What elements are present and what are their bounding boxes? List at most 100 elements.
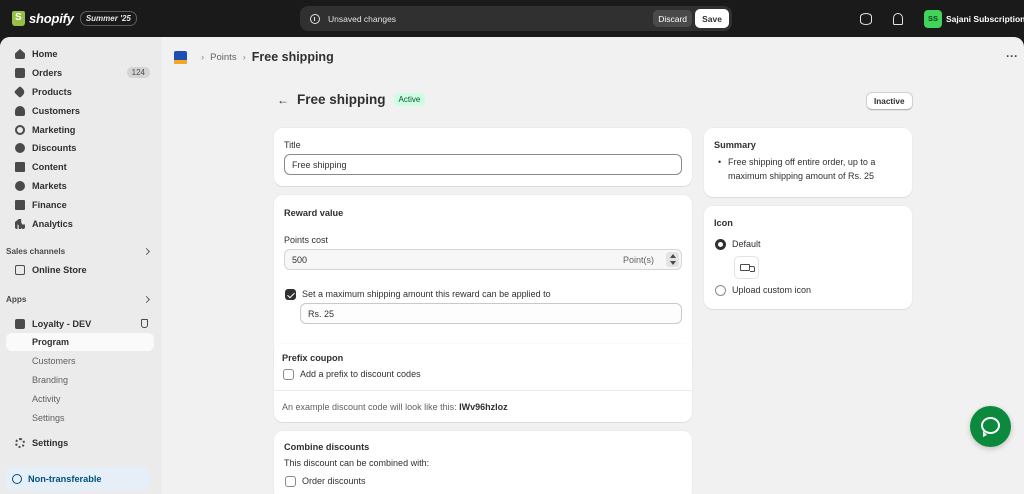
gear-icon bbox=[15, 438, 25, 448]
example-code: IWv96hzloz bbox=[459, 402, 508, 412]
sidebar-item-label: Products bbox=[32, 87, 72, 97]
sidebar-item-label: Content bbox=[32, 162, 67, 172]
info-icon bbox=[12, 474, 22, 484]
avatar[interactable]: SS bbox=[924, 9, 942, 28]
summary-line-2: maximum shipping amount of Rs. 25 bbox=[728, 170, 875, 181]
bank-icon bbox=[15, 200, 25, 210]
points-cost-label: Points cost bbox=[284, 235, 329, 245]
sidebar-item-discounts[interactable]: Discounts bbox=[6, 139, 154, 157]
sidebar-item-analytics[interactable]: Analytics bbox=[6, 215, 154, 233]
sidebar-subitem-program[interactable]: Program bbox=[6, 333, 154, 351]
info-icon bbox=[310, 13, 320, 24]
example-code-prefix: An example discount code will look like … bbox=[282, 402, 457, 412]
breadcrumb-separator: › bbox=[242, 51, 246, 63]
title-card: Title Free shipping bbox=[274, 128, 692, 186]
sidebar-item-online-store[interactable]: Online Store bbox=[6, 261, 154, 279]
app-icon bbox=[15, 319, 25, 329]
custom-icon-label[interactable]: Upload custom icon bbox=[732, 285, 811, 295]
store-name[interactable]: Sajani Subscription bbox=[946, 14, 1024, 24]
top-bar: shopify Summer '25 Unsaved changes Disca… bbox=[0, 0, 1024, 37]
sidebar-item-label: Online Store bbox=[32, 265, 87, 275]
edition-badge[interactable]: Summer '25 bbox=[79, 11, 137, 26]
points-suffix: Point(s) bbox=[622, 255, 654, 265]
sidebar-item-customers[interactable]: Customers bbox=[6, 102, 154, 120]
chevron-right-icon[interactable] bbox=[142, 247, 151, 256]
sidebar-item-markets[interactable]: Markets bbox=[6, 177, 154, 195]
truck-icon bbox=[740, 264, 755, 272]
custom-icon-radio[interactable] bbox=[715, 285, 726, 296]
sidebar-item-orders[interactable]: Orders 124 bbox=[6, 64, 154, 82]
sidebar-item-label: Settings bbox=[32, 438, 69, 448]
apps-label[interactable]: Apps bbox=[6, 295, 26, 304]
default-icon-preview bbox=[734, 256, 759, 279]
example-code-text: An example discount code will look like … bbox=[282, 402, 508, 412]
icon-card: Icon Default Upload custom icon bbox=[704, 206, 912, 309]
sidebar-item-settings[interactable]: Settings bbox=[6, 434, 154, 452]
sidebar-subitem-settings[interactable]: Settings bbox=[6, 409, 154, 427]
combine-discounts-card: Combine discounts This discount can be c… bbox=[274, 431, 692, 494]
globe-icon bbox=[15, 181, 25, 191]
chat-button[interactable] bbox=[970, 406, 1011, 447]
points-cost-input[interactable]: 500 Point(s) bbox=[284, 249, 682, 270]
summary-line-1: Free shipping off entire order, up to a bbox=[728, 157, 876, 167]
sidebar: Home Orders 124 Products Customers Marke… bbox=[0, 37, 161, 494]
non-transferable-banner[interactable]: Non-transferable bbox=[5, 467, 150, 491]
max-shipping-label[interactable]: Set a maximum shipping amount this rewar… bbox=[302, 289, 551, 299]
sidebar-subitem-branding[interactable]: Branding bbox=[6, 371, 154, 389]
page-header: ← Free shipping Active bbox=[277, 92, 426, 107]
inactive-button[interactable]: Inactive bbox=[866, 92, 913, 110]
non-transferable-label: Non-transferable bbox=[28, 474, 102, 484]
max-shipping-checkbox[interactable] bbox=[285, 289, 296, 300]
breadcrumb-parent[interactable]: Points bbox=[210, 52, 236, 63]
unsaved-message: Unsaved changes bbox=[328, 13, 397, 24]
default-icon-label[interactable]: Default bbox=[732, 239, 761, 249]
order-discounts-label[interactable]: Order discounts bbox=[302, 476, 366, 486]
sidebar-subitem-activity[interactable]: Activity bbox=[6, 390, 154, 408]
pin-icon[interactable] bbox=[141, 319, 148, 328]
bar-chart-icon bbox=[15, 219, 25, 229]
sales-channels-label[interactable]: Sales channels bbox=[6, 247, 65, 256]
default-icon-radio[interactable] bbox=[715, 239, 726, 250]
prefix-coupon-card: Prefix coupon Add a prefix to discount c… bbox=[274, 344, 692, 422]
back-arrow-icon[interactable]: ← bbox=[277, 93, 289, 107]
sidebar-subitem-customers[interactable]: Customers bbox=[6, 352, 154, 370]
combine-discounts-heading: Combine discounts bbox=[284, 442, 370, 452]
discount-icon bbox=[15, 143, 25, 153]
app-logo-icon[interactable] bbox=[174, 50, 187, 64]
points-cost-value: 500 bbox=[292, 254, 308, 265]
sidebar-item-label: Orders bbox=[32, 68, 63, 78]
prefix-checkbox[interactable] bbox=[283, 369, 294, 380]
target-icon bbox=[15, 125, 25, 135]
page-title: Free shipping bbox=[297, 92, 386, 107]
shopify-bag-icon bbox=[12, 11, 25, 26]
summary-heading: Summary bbox=[714, 140, 756, 150]
title-input[interactable]: Free shipping bbox=[284, 154, 682, 175]
breadcrumb-separator: › bbox=[201, 51, 205, 63]
sidebar-item-marketing[interactable]: Marketing bbox=[6, 121, 154, 139]
prefix-checkbox-label[interactable]: Add a prefix to discount codes bbox=[300, 369, 421, 379]
more-actions-icon[interactable]: ··· bbox=[1006, 49, 1018, 63]
brand-name: shopify bbox=[29, 11, 74, 26]
shopify-logo[interactable]: shopify bbox=[12, 11, 74, 26]
chevron-right-icon[interactable] bbox=[142, 295, 151, 304]
store-icon bbox=[15, 265, 25, 275]
max-shipping-amount-input[interactable]: Rs. 25 bbox=[300, 303, 682, 324]
home-icon bbox=[15, 49, 25, 59]
sidebar-item-home[interactable]: Home bbox=[6, 45, 154, 63]
database-icon[interactable] bbox=[860, 12, 872, 25]
discard-button[interactable]: Discard bbox=[653, 10, 692, 27]
sidebar-item-products[interactable]: Products bbox=[6, 83, 154, 101]
sidebar-item-label: Discounts bbox=[32, 143, 77, 153]
summary-card: Summary • Free shipping off entire order… bbox=[704, 128, 912, 197]
reward-value-heading: Reward value bbox=[284, 208, 344, 218]
notification-bell-icon[interactable] bbox=[893, 12, 903, 25]
sidebar-item-loyalty-app[interactable]: Loyalty - DEV bbox=[6, 315, 154, 333]
order-discounts-checkbox[interactable] bbox=[285, 476, 296, 487]
sidebar-item-finance[interactable]: Finance bbox=[6, 196, 154, 214]
tag-icon bbox=[13, 85, 27, 99]
save-button[interactable]: Save bbox=[695, 9, 729, 28]
number-stepper[interactable] bbox=[666, 252, 679, 267]
orders-icon bbox=[15, 68, 25, 78]
sidebar-item-content[interactable]: Content bbox=[6, 158, 154, 176]
summary-bullet: • bbox=[718, 157, 722, 167]
